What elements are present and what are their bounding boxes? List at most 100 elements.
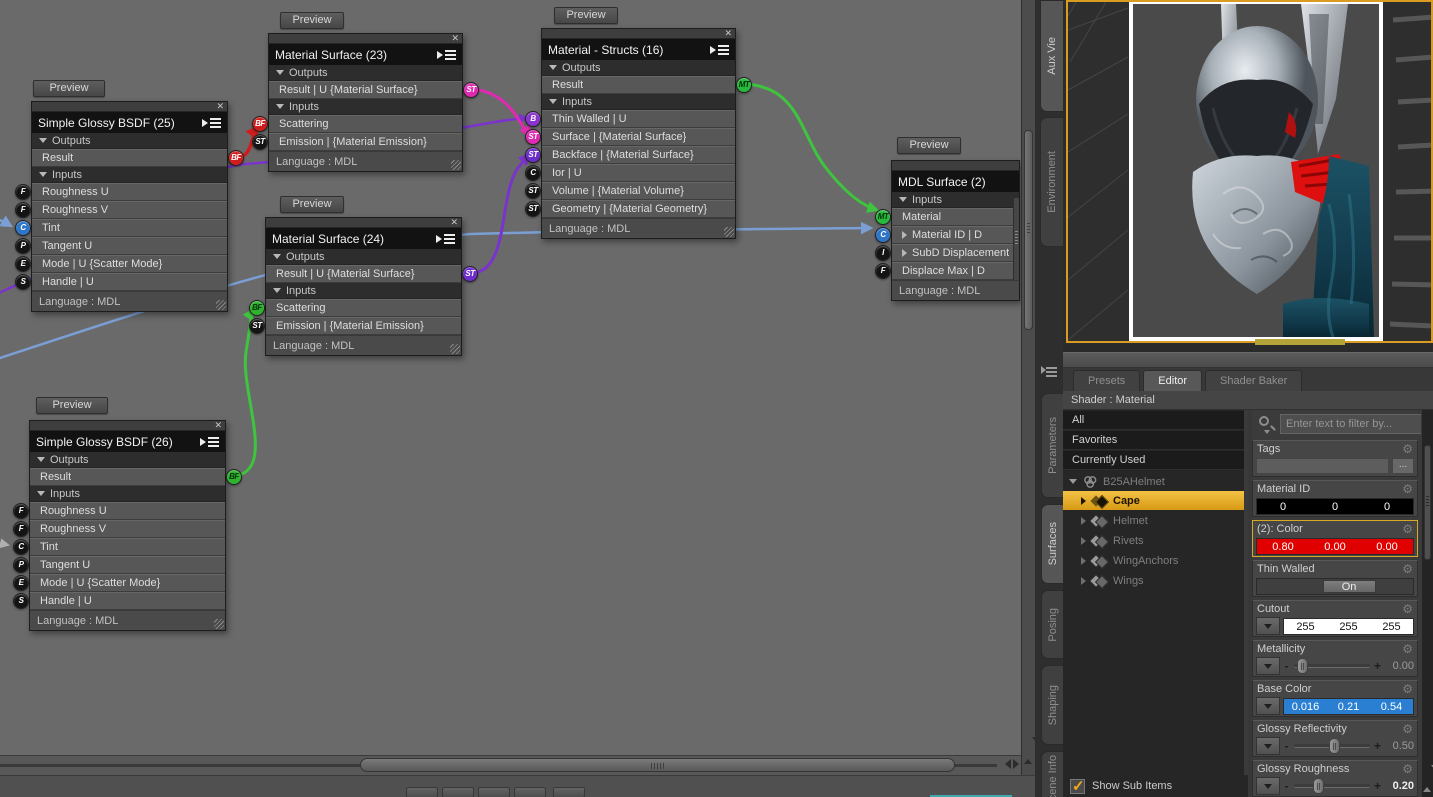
- row-result[interactable]: Result MT: [542, 76, 752, 94]
- horizontal-scrollbar[interactable]: [0, 755, 1021, 775]
- preview-button[interactable]: Preview: [36, 397, 108, 414]
- preview-button[interactable]: Preview: [33, 80, 105, 97]
- dropdown-button[interactable]: [1256, 657, 1280, 675]
- resize-grip[interactable]: [451, 160, 461, 170]
- row-result[interactable]: Result BF: [32, 149, 244, 167]
- port-string-icon[interactable]: S: [13, 593, 29, 609]
- resize-grip[interactable]: [214, 619, 224, 629]
- row-displace-max[interactable]: F Displace Max | D: [875, 262, 1019, 280]
- row-mode[interactable]: E Mode | U {Scatter Mode}: [15, 255, 227, 273]
- row-result[interactable]: Result BF: [30, 468, 242, 486]
- pane-splitter[interactable]: [1063, 352, 1433, 368]
- expand-icon[interactable]: [1081, 516, 1086, 525]
- row-tangent-u[interactable]: P Tangent U: [13, 556, 225, 574]
- tags-browse-button[interactable]: ...: [1392, 458, 1414, 474]
- show-sub-items-checkbox[interactable]: [1070, 777, 1085, 795]
- row-scattering[interactable]: BF Scattering: [249, 299, 461, 317]
- row-backface[interactable]: ST Backface | {Material Surface}: [525, 146, 735, 164]
- outputs-group-header[interactable]: Outputs: [269, 65, 462, 81]
- inputs-group-header[interactable]: Inputs: [30, 486, 225, 502]
- port-struct-icon[interactable]: ST: [249, 318, 265, 334]
- node-title-bar[interactable]: Material - Structs (16): [542, 39, 735, 60]
- row-handle[interactable]: S Handle | U: [13, 592, 225, 610]
- dropdown-button[interactable]: [1256, 697, 1280, 715]
- scroll-right-icon[interactable]: [1013, 759, 1019, 769]
- row-emission[interactable]: ST Emission | {Material Emission}: [252, 133, 462, 151]
- tree-item-b25ahelmet[interactable]: B25AHelmet: [1063, 472, 1244, 491]
- port-float-icon[interactable]: F: [875, 263, 891, 279]
- close-icon[interactable]: ✕: [216, 101, 224, 112]
- cutout-value[interactable]: 255 255 255: [1283, 617, 1414, 635]
- node-material-surface-24[interactable]: ✕ Material Surface (24) Outputs Result |…: [249, 217, 478, 356]
- preview-button[interactable]: Preview: [897, 137, 961, 154]
- node-menu-icon[interactable]: [200, 436, 219, 448]
- port-struct-icon[interactable]: ST: [525, 183, 541, 199]
- row-handle[interactable]: S Handle | U: [15, 273, 227, 291]
- close-icon[interactable]: ✕: [450, 217, 458, 228]
- port-enum-icon[interactable]: E: [15, 256, 31, 272]
- expand-icon[interactable]: [1081, 536, 1086, 545]
- panel-scroll-thumb[interactable]: [1424, 445, 1431, 560]
- inputs-group-header[interactable]: Inputs: [269, 99, 462, 115]
- glossy-reflectivity-slider[interactable]: - +: [1283, 738, 1381, 754]
- tab-shader-baker[interactable]: Shader Baker: [1205, 370, 1303, 391]
- side-tab-aux-viewport[interactable]: Aux Vie: [1040, 0, 1063, 112]
- slider-thumb[interactable]: [1328, 738, 1340, 754]
- node-title-bar[interactable]: MDL Surface (2): [892, 171, 1019, 192]
- row-scattering[interactable]: BF Scattering: [252, 115, 462, 133]
- expand-icon[interactable]: [1081, 576, 1086, 585]
- slider-thumb[interactable]: [1313, 778, 1324, 794]
- close-icon[interactable]: ✕: [214, 420, 222, 431]
- scroll-left-icon[interactable]: [1005, 759, 1011, 769]
- side-tab-parameters[interactable]: Parameters: [1041, 393, 1063, 498]
- node-scrollbar[interactable]: [1013, 198, 1019, 280]
- material-id-value[interactable]: 0 0 0: [1256, 497, 1414, 515]
- node-simple-glossy-bsdf-26[interactable]: ✕ Simple Glossy BSDF (26) Outputs Result…: [13, 420, 242, 631]
- tags-input[interactable]: [1256, 458, 1389, 474]
- gear-icon[interactable]: ⚙: [1402, 483, 1413, 495]
- node-menu-icon[interactable]: [202, 117, 221, 129]
- close-icon[interactable]: ✕: [724, 28, 732, 39]
- expand-icon[interactable]: [1081, 496, 1086, 505]
- node-menu-icon[interactable]: [710, 44, 729, 56]
- inputs-group-header[interactable]: Inputs: [32, 167, 227, 183]
- list-item-currently-used[interactable]: Currently Used: [1063, 451, 1244, 470]
- expand-icon[interactable]: [902, 249, 907, 257]
- gear-icon[interactable]: ⚙: [1402, 683, 1413, 695]
- row-tint[interactable]: C Tint: [15, 219, 227, 237]
- pane-menu-icon[interactable]: [1041, 366, 1057, 382]
- expand-icon[interactable]: [1081, 556, 1086, 565]
- row-thin-walled[interactable]: B Thin Walled | U: [525, 110, 735, 128]
- preview-button[interactable]: Preview: [280, 12, 344, 29]
- search-options-icon[interactable]: [1264, 430, 1270, 434]
- row-tint[interactable]: C Tint: [13, 538, 225, 556]
- scroll-up-icon[interactable]: [1423, 770, 1431, 792]
- row-tangent-u[interactable]: P Tangent U: [15, 237, 227, 255]
- search-icon[interactable]: [1259, 416, 1269, 426]
- port-color-icon[interactable]: C: [15, 220, 31, 236]
- filter-input[interactable]: [1280, 414, 1421, 434]
- dropdown-button[interactable]: [1256, 617, 1280, 635]
- row-roughness-v[interactable]: F Roughness V: [13, 520, 225, 538]
- node-menu-icon[interactable]: [437, 49, 456, 61]
- port-color-icon[interactable]: C: [525, 165, 541, 181]
- tree-item-rivets[interactable]: Rivets: [1063, 531, 1244, 550]
- glossy-roughness-slider[interactable]: - +: [1283, 778, 1381, 794]
- scroll-up-icon[interactable]: [1024, 742, 1032, 764]
- base-color-value[interactable]: 0.016 0.21 0.54: [1283, 697, 1414, 715]
- port-struct-icon[interactable]: ST: [525, 147, 541, 163]
- outputs-group-header[interactable]: Outputs: [30, 452, 225, 468]
- vertical-scroll-thumb[interactable]: [1024, 130, 1033, 330]
- dropdown-button[interactable]: [1256, 737, 1280, 755]
- port-enum-icon[interactable]: E: [13, 575, 29, 591]
- row-result[interactable]: Result | U {Material Surface} ST: [269, 81, 479, 99]
- port-material-icon[interactable]: MT: [875, 209, 891, 225]
- row-ior[interactable]: C Ior | U: [525, 164, 735, 182]
- toolbar-button[interactable]: [478, 787, 510, 797]
- tab-presets[interactable]: Presets: [1073, 370, 1141, 391]
- tree-item-winganchors[interactable]: WingAnchors: [1063, 551, 1244, 570]
- port-point-icon[interactable]: P: [15, 238, 31, 254]
- toolbar-button[interactable]: [514, 787, 546, 797]
- port-float-icon[interactable]: F: [15, 184, 31, 200]
- port-result-icon[interactable]: BF: [228, 150, 244, 166]
